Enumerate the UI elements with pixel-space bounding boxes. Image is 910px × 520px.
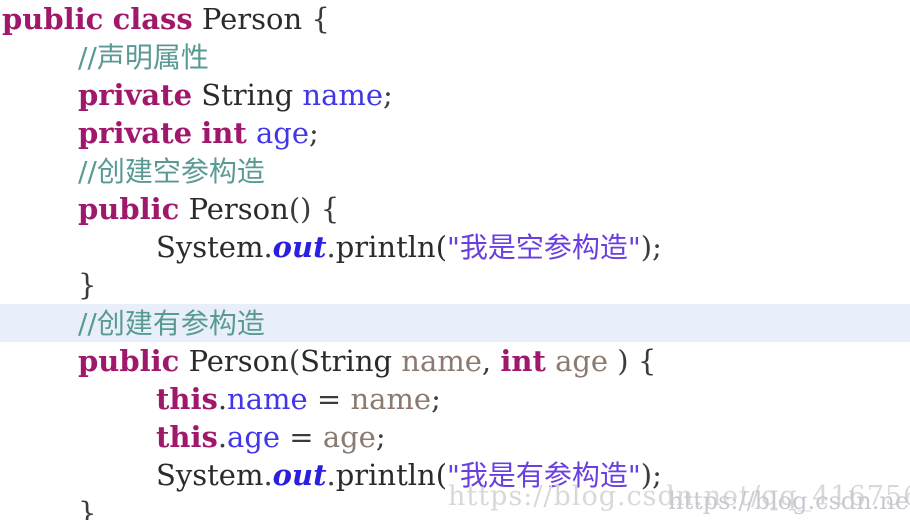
code-token-punct: ; <box>383 78 393 112</box>
code-token-punct: () <box>288 192 321 226</box>
code-token-type: Person <box>201 2 303 36</box>
code-token-keyword: private <box>78 78 193 112</box>
code-token-keyword: this <box>156 420 218 454</box>
code-token-string: "我是有参构造" <box>447 459 641 492</box>
code-token-punct: ); <box>640 458 662 492</box>
code-token-type: System <box>156 458 264 492</box>
code-token-keyword: public <box>78 344 180 378</box>
code-token-punct: ; <box>431 382 441 416</box>
code-token-type: String <box>201 78 294 112</box>
code-token-punct: = <box>280 420 323 454</box>
code-line[interactable]: public class Person { <box>0 0 910 38</box>
code-token-comment: //声明属性 <box>78 41 209 74</box>
code-token-punct: ; <box>375 420 386 454</box>
code-token-param: age <box>322 420 376 454</box>
code-token-type: Person <box>188 344 289 378</box>
code-line[interactable]: public Person() { <box>0 190 910 228</box>
code-line[interactable]: } <box>0 266 910 304</box>
code-line[interactable]: //声明属性 <box>0 38 910 76</box>
code-token-static: out <box>272 458 327 492</box>
code-token-comment: //创建空参构造 <box>78 155 265 188</box>
code-token-param: name <box>350 382 432 416</box>
code-token-param: name <box>401 344 482 378</box>
code-token-keyword: private <box>78 116 193 150</box>
code-token-field: age <box>227 420 281 454</box>
code-token-punct: . <box>263 230 273 264</box>
code-token-comment: //创建有参构造 <box>78 307 265 340</box>
code-token-static: out <box>272 230 327 264</box>
code-token-punct: . <box>217 420 228 454</box>
code-token-type: println( <box>335 458 448 492</box>
code-token-param: age <box>555 344 609 378</box>
code-token-punct: ; <box>309 116 319 150</box>
code-line[interactable]: this.name = name; <box>0 380 910 418</box>
code-block: public class Person {//声明属性 private Strin… <box>0 0 910 520</box>
code-token-string: "我是空参构造" <box>447 231 641 264</box>
code-token-punct: , <box>481 344 501 378</box>
code-token-keyword: class <box>112 2 193 36</box>
code-token-keyword: int <box>201 116 247 150</box>
code-token-brace: { <box>311 2 330 36</box>
code-token-type: String <box>300 344 393 378</box>
code-line[interactable]: private String name; <box>0 76 910 114</box>
code-token-punct: ); <box>640 230 662 264</box>
code-token-punct: . <box>326 230 336 264</box>
code-token-brace: } <box>78 268 97 302</box>
code-token-punct: = <box>307 382 351 416</box>
code-token-punct: . <box>326 458 336 492</box>
code-line[interactable]: this.age = age; <box>0 418 910 456</box>
code-line[interactable]: private int age; <box>0 114 910 152</box>
code-token-field: name <box>302 78 384 112</box>
code-line[interactable]: //创建有参构造 <box>0 304 910 342</box>
code-token-type: println( <box>335 230 448 264</box>
code-token-punct: . <box>263 458 273 492</box>
code-token-punct: . <box>217 382 228 416</box>
code-line[interactable]: } <box>0 494 910 520</box>
code-line[interactable]: System.out.println("我是空参构造"); <box>0 228 910 266</box>
code-token-field: name <box>227 382 308 416</box>
code-line[interactable]: System.out.println("我是有参构造"); <box>0 456 910 494</box>
code-line[interactable]: //创建空参构造 <box>0 152 910 190</box>
code-token-brace: { <box>320 192 340 226</box>
code-token-keyword: public <box>78 192 180 226</box>
code-token-punct: ) <box>608 344 638 378</box>
code-token-brace: { <box>637 344 657 378</box>
code-token-keyword: int <box>500 344 546 378</box>
code-token-keyword: public <box>2 2 104 36</box>
code-token-field: age <box>256 116 310 150</box>
code-token-brace: } <box>78 496 97 520</box>
code-line[interactable]: public Person(String name, int age ) { <box>0 342 910 380</box>
code-token-type: Person <box>188 192 289 226</box>
code-token-punct: ( <box>288 344 301 378</box>
code-screenshot: public class Person {//声明属性 private Strin… <box>0 0 910 520</box>
code-token-type: System <box>156 230 264 264</box>
code-token-keyword: this <box>156 382 218 416</box>
